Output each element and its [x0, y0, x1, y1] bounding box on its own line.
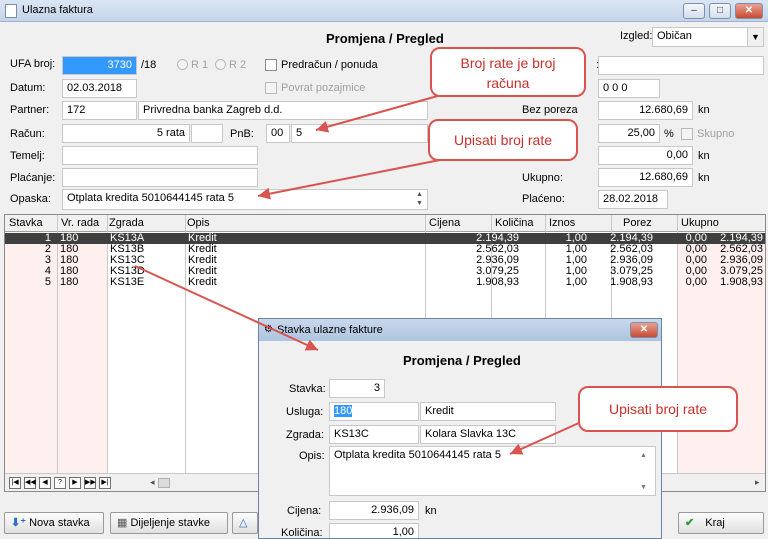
callout-broj-rate: Broj rate je broj računa: [430, 47, 586, 97]
arrow-to-opaska: [257, 159, 441, 200]
callout-upisati-1: Upisati broj rate: [428, 119, 578, 161]
annotation-arrows: [134, 91, 591, 455]
arrow-to-dialog: [134, 265, 319, 351]
callout-upisati-2: Upisati broj rate: [578, 386, 738, 432]
